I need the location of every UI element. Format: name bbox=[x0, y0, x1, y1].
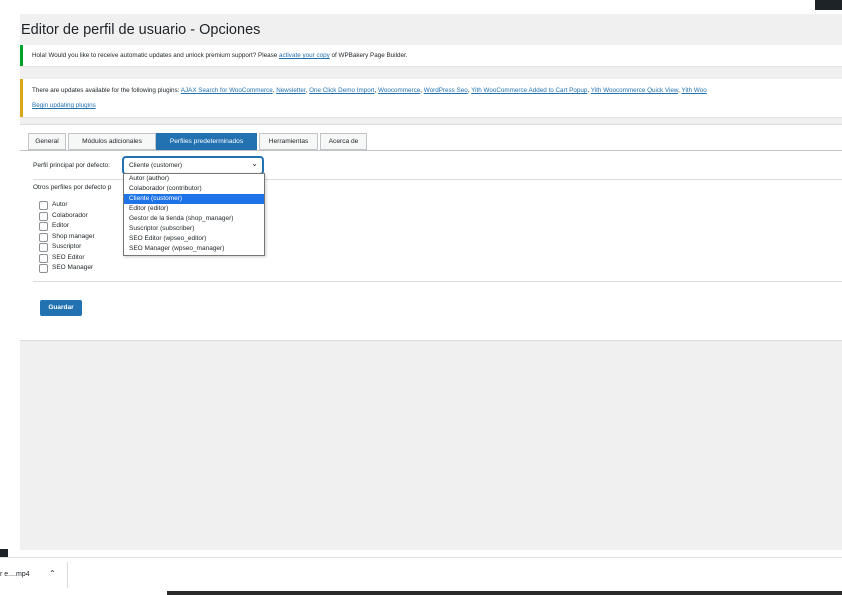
checkbox-label: Suscriptor bbox=[52, 243, 82, 250]
plugin-link[interactable]: Yith WooCommerce Added to Cart Popup bbox=[471, 87, 587, 94]
dropdown-option[interactable]: Colaborador (contributor) bbox=[124, 184, 264, 194]
top-bar bbox=[0, 0, 842, 14]
divider bbox=[33, 281, 842, 282]
checkbox[interactable] bbox=[39, 253, 48, 263]
dropdown-option[interactable]: Editor (editor) bbox=[124, 204, 264, 214]
principal-profile-select[interactable]: Cliente (customer) ⌄ bbox=[123, 157, 263, 174]
plugin-updates-intro: There are updates available for the foll… bbox=[32, 87, 181, 94]
tab-modulos-adicionales[interactable]: Módulos adicionales bbox=[68, 133, 156, 150]
dropdown-option[interactable]: Gestor de la tienda (shop_manager) bbox=[124, 214, 264, 224]
dropdown-option-selected[interactable]: Cliente (customer) bbox=[124, 194, 264, 204]
checkbox[interactable] bbox=[39, 222, 48, 231]
wpbakery-notice-before: Hola! Would you like to receive automati… bbox=[32, 52, 279, 59]
tab-acerca-de[interactable]: Acerca de bbox=[320, 133, 367, 150]
checkbox-label: SEO Editor bbox=[52, 253, 85, 261]
dropdown-option[interactable]: SEO Editor (wpseo_editor) bbox=[124, 234, 264, 244]
checkbox[interactable] bbox=[39, 211, 48, 221]
plugin-link[interactable]: Newsletter bbox=[276, 87, 305, 94]
checkbox-label: Colaborador bbox=[52, 211, 88, 219]
plugin-updates-notice: There are updates available for the foll… bbox=[20, 79, 842, 117]
dropdown-option[interactable]: SEO Manager (wpseo_manager) bbox=[124, 244, 264, 254]
checkbox[interactable] bbox=[39, 243, 48, 252]
save-button[interactable]: Guardar bbox=[40, 300, 82, 316]
begin-updating-line: Begin updating plugins bbox=[32, 102, 96, 109]
other-profiles-label: Otros perfiles por defecto p bbox=[33, 184, 112, 191]
tab-herramientas[interactable]: Herramientas bbox=[259, 133, 318, 150]
checkbox-label: SEO Manager bbox=[52, 264, 94, 271]
divider bbox=[67, 562, 68, 588]
principal-profile-value: Cliente (customer) bbox=[129, 162, 183, 169]
checkbox-label: Shop manager bbox=[52, 232, 95, 240]
plugin-link[interactable]: Yith Woo bbox=[682, 87, 707, 94]
plugin-updates-line: There are updates available for the foll… bbox=[32, 87, 707, 94]
chevron-down-icon: ⌄ bbox=[251, 159, 258, 168]
taskbar bbox=[167, 591, 842, 595]
dropdown-option[interactable]: Autor (author) bbox=[124, 174, 264, 184]
plugin-link[interactable]: One Click Demo Import bbox=[309, 87, 374, 94]
chevron-up-icon[interactable]: ⌃ bbox=[49, 569, 56, 578]
downloads-bar: r e....mp4 ⌃ bbox=[0, 557, 842, 592]
profile-dropdown-list: Autor (author) Colaborador (contributor)… bbox=[123, 173, 265, 256]
corner-mark bbox=[0, 549, 8, 557]
checkbox-label: Autor bbox=[52, 201, 68, 208]
plugin-link[interactable]: Woocommerce bbox=[378, 87, 420, 94]
wpbakery-notice-text: Hola! Would you like to receive automati… bbox=[32, 52, 407, 59]
checkbox[interactable] bbox=[39, 201, 48, 210]
tab-general[interactable]: General bbox=[28, 133, 66, 150]
corner-block bbox=[815, 0, 842, 10]
dropdown-option[interactable]: Suscriptor (subscriber) bbox=[124, 224, 264, 234]
principal-profile-label: Perfil principal por defecto: bbox=[33, 162, 110, 169]
left-strip bbox=[0, 14, 20, 550]
checkbox-label: Editor bbox=[52, 222, 69, 229]
plugin-link[interactable]: WordPress Seo bbox=[424, 87, 468, 94]
checkbox[interactable] bbox=[39, 232, 48, 242]
tab-underline bbox=[20, 150, 842, 151]
plugin-link[interactable]: AJAX Search for WooCommerce bbox=[181, 87, 273, 94]
activate-copy-link[interactable]: activate your copy bbox=[279, 52, 330, 59]
page-title: Editor de perfil de usuario - Opciones bbox=[21, 22, 261, 38]
tab-perfiles-predeterminados[interactable]: Perfiles predeterminados bbox=[156, 133, 257, 150]
download-file-name[interactable]: r e....mp4 bbox=[0, 571, 30, 578]
wpbakery-notice-after: of WPBakery Page Builder. bbox=[329, 52, 408, 59]
wpbakery-notice: Hola! Would you like to receive automati… bbox=[20, 45, 842, 66]
checkbox[interactable] bbox=[39, 264, 48, 273]
plugin-link[interactable]: Yith Woocommerce Quick View bbox=[591, 87, 678, 94]
begin-updating-link[interactable]: Begin updating plugins bbox=[32, 102, 96, 109]
